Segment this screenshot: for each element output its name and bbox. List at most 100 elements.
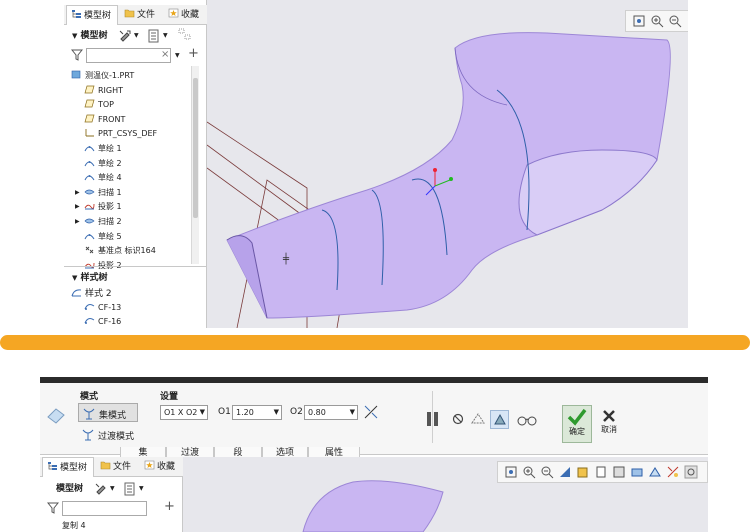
perspective-icon[interactable]	[648, 465, 662, 479]
dropdown-arrow-icon[interactable]: ▼	[110, 485, 115, 492]
set-mode-button[interactable]: 集模式	[78, 403, 138, 422]
add-filter-icon[interactable]: +	[164, 499, 175, 514]
tab-model-tree[interactable]: 模型树	[42, 457, 94, 477]
clear-search-icon[interactable]: ×	[161, 49, 169, 60]
tree-item-label: 测温仪-1.PRT	[85, 71, 135, 80]
style-item[interactable]: CF-13	[84, 301, 121, 315]
tree-item[interactable]: 基准点 标识164	[84, 244, 156, 258]
settings-tools-icon[interactable]	[94, 482, 108, 496]
transition-mode-icon	[82, 429, 94, 441]
model-tree-header[interactable]: ▼ 模型树	[72, 29, 108, 43]
tree-item-partial[interactable]: 复制 4	[62, 519, 86, 532]
sketch-icon	[84, 233, 95, 239]
verify-button[interactable]	[490, 410, 509, 429]
tree-item-label: RIGHT	[98, 85, 124, 95]
tree-item[interactable]: ▶ 扫描 2	[75, 215, 122, 229]
sweep-icon	[84, 189, 95, 195]
mode-group-label: 模式	[80, 392, 99, 402]
ok-label: 确定	[569, 427, 585, 436]
tree-item[interactable]: 草绘 2	[84, 157, 122, 171]
cancel-label: 取消	[601, 425, 617, 434]
dropdown-arrow-icon[interactable]: ▼	[163, 32, 168, 39]
tab-favorites[interactable]: 收藏	[164, 5, 206, 25]
style-item[interactable]: CF-16	[84, 315, 121, 328]
flip-direction-icon[interactable]	[362, 403, 380, 421]
preview-icon[interactable]	[470, 411, 486, 427]
expand-icon[interactable]: ▶	[75, 215, 80, 229]
transition-mode-button[interactable]: 过渡模式	[78, 426, 148, 443]
tab-model-tree[interactable]: 模型树	[66, 5, 118, 25]
tree-item[interactable]: 测温仪-1.PRT	[71, 69, 134, 83]
named-views-icon[interactable]	[594, 465, 608, 479]
tree-item[interactable]: ▶ 投影 1	[75, 200, 122, 214]
conic-type-select[interactable]: O1 X O2 ▼	[160, 405, 208, 420]
saved-orientations-icon[interactable]	[612, 465, 626, 479]
close-icon	[603, 410, 615, 422]
zoom-in-icon[interactable]	[522, 465, 536, 479]
refit-icon[interactable]	[504, 465, 518, 479]
tree-item[interactable]: RIGHT	[84, 84, 123, 98]
tree-item-label: 草绘 1	[98, 144, 122, 153]
view-manager-icon[interactable]	[630, 465, 644, 479]
tab-files[interactable]: 文件	[96, 457, 138, 477]
ok-button[interactable]: 确定	[562, 405, 592, 443]
zoom-out-icon[interactable]	[540, 465, 554, 479]
csys-icon	[85, 129, 94, 137]
tree-item[interactable]: 草绘 5	[84, 230, 122, 244]
style-item[interactable]: 样式 2	[71, 287, 112, 301]
search-dropdown-arrow-icon[interactable]: ▼	[175, 52, 180, 59]
tree-item[interactable]: FRONT	[84, 113, 125, 127]
no-preview-icon[interactable]	[452, 413, 464, 425]
datum-display-icon[interactable]	[666, 465, 680, 479]
show-list-icon[interactable]	[148, 29, 160, 43]
search-input[interactable]	[62, 501, 147, 516]
tree-item[interactable]: 草绘 1	[84, 142, 122, 156]
o1-value-select[interactable]: 1.20 ▼	[232, 405, 282, 420]
repaint-icon[interactable]	[558, 465, 572, 479]
datum-plane-icon	[84, 99, 95, 108]
verify-icon	[494, 413, 506, 425]
tab-favorites[interactable]: 收藏	[140, 457, 182, 477]
filter-tree-icon[interactable]	[178, 28, 192, 43]
top-screenshot: 模型树 文件 收藏 ▼ 模型树 ▼ ▼ × ▼ + 测温仪-1.PRT RIGHT…	[64, 0, 688, 328]
scroll-thumb[interactable]	[193, 78, 198, 218]
style-tree-header[interactable]: ▼ 样式树	[72, 271, 108, 285]
filter-icon[interactable]	[47, 502, 59, 514]
zoom-out-icon[interactable]	[668, 14, 682, 28]
filter-icon[interactable]	[71, 49, 83, 61]
graphics-viewport[interactable]: ╪	[207, 0, 688, 328]
o2-value-select[interactable]: 0.80 ▼	[304, 405, 358, 420]
tree-item-label: 草绘 4	[98, 173, 122, 183]
ribbon: 模式 设置 集模式 过渡模式 O1 X O2 ▼ O1 1.20 ▼ O2 0.80…	[40, 377, 708, 461]
expand-icon[interactable]: ▶	[75, 186, 80, 200]
tree-item[interactable]: TOP	[84, 98, 114, 112]
tree-item[interactable]: 草绘 4	[84, 171, 122, 185]
search-input[interactable]	[86, 48, 171, 63]
pause-icon[interactable]	[424, 410, 442, 428]
shading-icon[interactable]	[576, 465, 590, 479]
dropdown-arrow-icon[interactable]: ▼	[139, 485, 144, 492]
settings-tools-icon[interactable]	[118, 29, 132, 43]
tab-files[interactable]: 文件	[120, 5, 162, 25]
tree-scrollbar[interactable]	[191, 66, 199, 264]
tree-item-label: PRT_CSYS_DEF	[98, 129, 158, 139]
expand-icon[interactable]: ▶	[75, 200, 80, 214]
tree-item[interactable]: ▶ 扫描 1	[75, 186, 122, 200]
3d-model[interactable]: ╪	[207, 0, 688, 328]
graphics-viewport-bottom[interactable]	[183, 457, 708, 532]
projection-icon	[84, 204, 95, 210]
refit-icon[interactable]	[632, 14, 646, 28]
sweep-icon	[84, 218, 95, 224]
glasses-icon[interactable]	[516, 413, 538, 427]
tab-label: 文件	[137, 10, 156, 20]
zoom-in-icon[interactable]	[650, 14, 664, 28]
spin-center-icon[interactable]	[684, 465, 698, 479]
repaint-icon[interactable]	[686, 14, 688, 28]
tree-item[interactable]: PRT_CSYS_DEF	[84, 127, 157, 141]
cancel-button[interactable]: 取消	[594, 405, 624, 443]
model-tree-header[interactable]: 模型树	[56, 482, 83, 496]
show-list-icon[interactable]	[124, 482, 136, 496]
dropdown-arrow-icon[interactable]: ▼	[134, 32, 139, 39]
chevron-down-icon: ▼	[199, 408, 205, 416]
add-filter-icon[interactable]: +	[188, 46, 199, 61]
